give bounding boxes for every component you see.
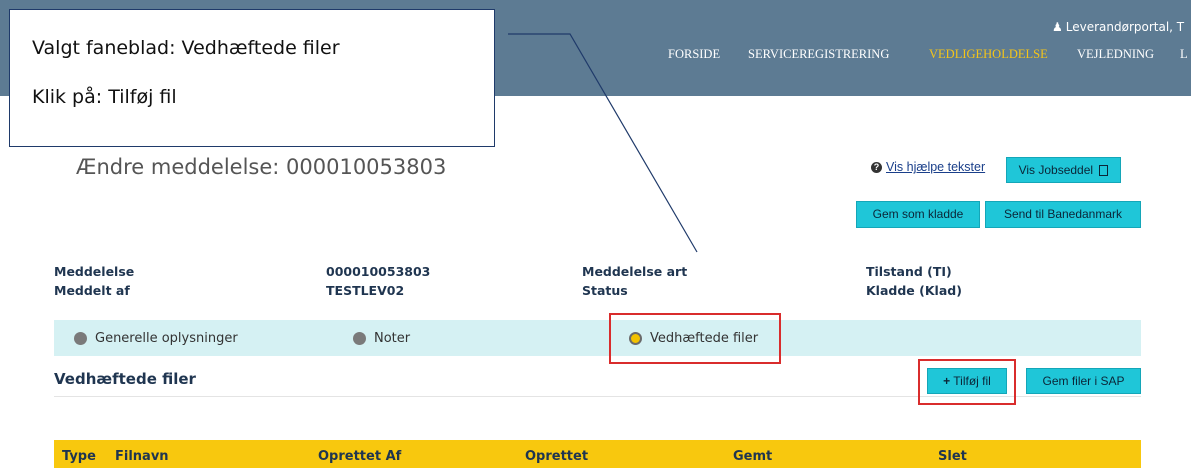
save-draft-button[interactable]: Gem som kladde (856, 201, 980, 228)
document-icon (1099, 165, 1109, 176)
column-header-type[interactable]: Type (62, 449, 96, 464)
portal-user-label: Leverandørportal, T (1065, 20, 1185, 34)
meta-label-status: Status (582, 283, 628, 298)
meta-value-meddelt-af: TESTLEV02 (326, 283, 405, 298)
nav-serviceregistrering[interactable]: SERVICEREGISTRERING (748, 47, 889, 62)
help-texts-label: Vis hjælpe tekster (886, 160, 986, 174)
page-title: Ændre meddelelse: 000010053803 (76, 155, 447, 179)
tab-vedhaeftede-filer[interactable]: Vedhæftede filer (629, 320, 758, 356)
portal-user-link[interactable]: ♟ Leverandørportal, T (1052, 20, 1184, 34)
column-header-gemt[interactable]: Gemt (733, 449, 772, 464)
meta-value-meddelelse-art: Tilstand (TI) (866, 264, 952, 279)
tab-strip: Generelle oplysninger Noter Vedhæftede f… (54, 320, 1141, 356)
tab-label: Generelle oplysninger (95, 330, 238, 346)
callout-line-1: Valgt faneblad: Vedhæftede filer (32, 37, 340, 59)
meta-label-meddelelse: Meddelelse (54, 264, 135, 279)
add-file-button[interactable]: + Tilføj fil (927, 368, 1007, 394)
column-header-oprettet[interactable]: Oprettet (525, 449, 588, 464)
tab-label: Vedhæftede filer (650, 330, 759, 346)
tab-generelle-oplysninger[interactable]: Generelle oplysninger (74, 320, 238, 356)
instruction-callout: Valgt faneblad: Vedhæftede filer Klik på… (9, 9, 495, 147)
column-header-oprettet-af[interactable]: Oprettet Af (318, 449, 401, 464)
nav-forside[interactable]: FORSIDE (668, 47, 720, 62)
nav-more[interactable]: L (1180, 47, 1188, 62)
tab-status-dot-icon (74, 331, 87, 345)
show-jobsheet-label: Vis Jobseddel (1018, 163, 1094, 177)
tab-label: Noter (374, 330, 411, 346)
plus-icon: + (943, 374, 951, 388)
nav-vedligeholdelse[interactable]: VEDLIGEHOLDELSE (929, 47, 1048, 62)
save-files-sap-button[interactable]: Gem filer i SAP (1026, 368, 1141, 394)
attachments-section-title: Vedhæftede filer (54, 370, 196, 388)
tab-noter[interactable]: Noter (353, 320, 410, 356)
tab-status-dot-icon (353, 331, 366, 345)
callout-line-2: Klik på: Tilføj fil (32, 86, 177, 108)
section-divider (54, 396, 1141, 397)
column-header-filnavn[interactable]: Filnavn (115, 449, 169, 464)
tab-active-dot-icon (629, 331, 642, 345)
nav-vejledning[interactable]: VEJLEDNING (1077, 47, 1154, 62)
show-jobsheet-button[interactable]: Vis Jobseddel (1006, 157, 1121, 183)
add-file-label: Tilføj fil (953, 374, 991, 388)
meta-label-meddelt-af: Meddelt af (54, 283, 130, 298)
help-texts-link[interactable]: ? Vis hjælpe tekster (871, 160, 985, 174)
meta-value-meddelelse: 000010053803 (326, 264, 431, 279)
column-header-slet[interactable]: Slet (938, 449, 967, 464)
attachments-table-header: Type Filnavn Oprettet Af Oprettet Gemt S… (54, 440, 1141, 468)
question-icon: ? (871, 162, 882, 173)
send-to-banedanmark-button[interactable]: Send til Banedanmark (985, 201, 1141, 228)
user-icon: ♟ (1052, 20, 1063, 34)
meta-label-meddelelse-art: Meddelelse art (582, 264, 688, 279)
meta-value-status: Kladde (Klad) (866, 283, 962, 298)
